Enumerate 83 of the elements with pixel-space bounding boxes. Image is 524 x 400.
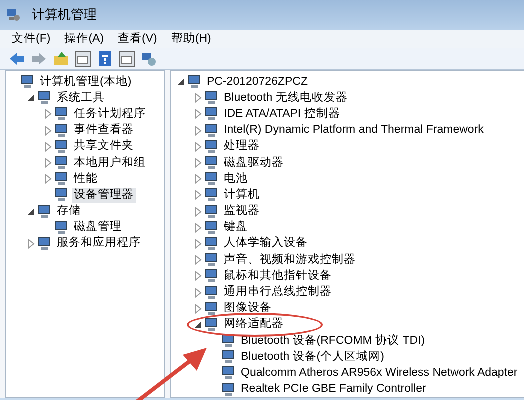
device-icon [54, 172, 69, 186]
tree-item[interactable]: Bluetooth 设备(RFCOMM 协议 TDI) [239, 334, 428, 349]
tree-item[interactable]: Intel(R) Dynamic Platform and Thermal Framework [222, 123, 486, 138]
tree-item[interactable]: 人体学输入设备 [222, 236, 310, 252]
device-icon [54, 140, 69, 154]
device-icon [204, 220, 219, 235]
tree-item[interactable]: 处理器 [222, 139, 262, 154]
tree-item[interactable]: 监视器 [222, 204, 262, 220]
tree-item[interactable]: 磁盘驱动器 [222, 156, 286, 171]
device-icon [204, 172, 219, 186]
tree-item[interactable]: IDE ATA/ATAPI 控制器 [222, 106, 342, 122]
tree-item[interactable]: 磁盘管理 [72, 220, 124, 236]
tree-item[interactable]: 本地用户和组 [72, 156, 148, 171]
device-icon [204, 140, 219, 154]
tree-item[interactable]: 服务和应用程序 [55, 236, 143, 252]
device-icon [204, 318, 219, 332]
device-icon [204, 269, 219, 284]
tree-item[interactable]: 电池 [222, 172, 250, 187]
menu-item[interactable]: 操作(A) [64, 30, 104, 48]
device-icon [54, 156, 69, 170]
device-icon [37, 236, 52, 251]
tree-item[interactable]: 事件查看器 [72, 123, 136, 138]
device-icon [204, 107, 219, 122]
tree-item[interactable]: Bluetooth 无线电收发器 [222, 90, 350, 106]
tree-item[interactable]: 网络适配器 [222, 317, 286, 332]
device-icon [204, 156, 219, 170]
device-icon [54, 107, 69, 122]
help-icon [97, 50, 113, 66]
device-icon [204, 236, 219, 251]
device-icon [221, 350, 236, 364]
device-icon [54, 220, 69, 235]
expander-icon[interactable] [193, 320, 203, 330]
tree-item[interactable]: 图像设备 [222, 301, 274, 316]
tree-item[interactable]: 声音、视频和游戏控制器 [222, 252, 358, 268]
tree-item[interactable]: Realtek PCIe GBE Family Controller [239, 382, 428, 398]
panel-icon [119, 50, 135, 66]
tree-item[interactable]: 通用串行总线控制器 [222, 285, 334, 300]
device-icon [187, 75, 202, 90]
tree-item[interactable]: 设备管理器 [72, 188, 136, 203]
computer-management-icon [6, 8, 21, 22]
menu-item[interactable]: 帮助(H) [171, 30, 212, 48]
device-icon [20, 75, 35, 90]
tree-item[interactable]: 系统工具 [55, 90, 107, 106]
folder-button[interactable] [52, 50, 70, 68]
tree-item[interactable]: 任务计划程序 [72, 106, 148, 122]
tree-item[interactable]: 鼠标和其他指针设备 [222, 268, 334, 284]
help-button[interactable] [96, 50, 114, 68]
tree-item[interactable]: PC-20120726ZPCZ [205, 74, 310, 90]
tree-item[interactable]: 计算机管理(本地) [38, 74, 134, 90]
panel-button[interactable] [74, 50, 92, 68]
device-icon [204, 91, 219, 106]
folder-icon [53, 50, 69, 66]
device-icon [221, 366, 236, 380]
panel-button[interactable] [118, 50, 136, 68]
tree-item[interactable]: 性能 [72, 172, 100, 187]
device-icon [37, 91, 52, 106]
device-icon [204, 188, 219, 202]
device-icon [54, 124, 69, 138]
device-properties-icon [141, 50, 157, 66]
device-icon [204, 204, 219, 219]
device-icon [221, 334, 236, 348]
menu-item[interactable]: 文件(F) [12, 30, 51, 48]
device-icon [37, 204, 52, 219]
tree-item[interactable]: Bluetooth 设备(个人区域网) [239, 350, 386, 365]
panel-icon [75, 50, 91, 66]
tree-item[interactable]: 计算机 [222, 188, 262, 203]
tree-item[interactable]: 键盘 [222, 220, 250, 236]
menu-item[interactable]: 查看(V) [118, 30, 158, 48]
expander-icon[interactable] [176, 77, 186, 88]
tree-item[interactable]: Qualcomm Atheros AR956x Wireless Network Adapter [239, 366, 520, 381]
device-icon [204, 286, 219, 300]
device-icon [204, 253, 219, 268]
device-icon [204, 124, 219, 138]
back-arrow-icon [9, 50, 25, 66]
window-title: 计算机管理 [32, 6, 97, 24]
device-icon [54, 188, 69, 202]
forward-arrow-icon [31, 50, 47, 66]
device-icon [221, 382, 236, 397]
tree-item[interactable]: 共享文件夹 [72, 139, 136, 154]
device-icon [204, 302, 219, 316]
expander-icon[interactable] [26, 206, 36, 217]
tree-item[interactable]: 存储 [55, 204, 83, 220]
expander-icon[interactable] [26, 93, 36, 104]
